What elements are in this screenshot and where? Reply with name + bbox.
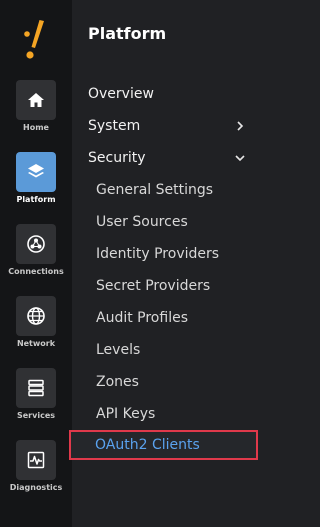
- logo-icon: [24, 20, 44, 59]
- rail-item-services[interactable]: Services: [0, 368, 72, 434]
- security-item-zones[interactable]: Zones: [96, 366, 254, 398]
- security-item-secret-providers[interactable]: Secret Providers: [96, 270, 254, 302]
- security-item-label: Secret Providers: [96, 278, 211, 294]
- navigation-panel: Platform Overview System Security Genera…: [69, 0, 263, 527]
- network-tile: [16, 296, 56, 336]
- rail-item-network[interactable]: Network: [0, 296, 72, 362]
- pulse-icon: [27, 451, 45, 469]
- security-item-label: Audit Profiles: [96, 310, 188, 326]
- security-item-label: Identity Providers: [96, 246, 220, 262]
- connections-icon: [27, 235, 45, 253]
- chevron-down-icon: [235, 155, 245, 162]
- nav-item-system[interactable]: System: [88, 110, 253, 142]
- rail-item-diagnostics[interactable]: Diagnostics: [0, 440, 72, 506]
- nav-item-label: Overview: [88, 86, 154, 102]
- home-icon: [28, 93, 44, 107]
- rail-label-connections: Connections: [8, 267, 64, 276]
- nav-item-overview[interactable]: Overview: [88, 78, 253, 110]
- security-item-identity-providers[interactable]: Identity Providers: [96, 238, 254, 270]
- rail-label-services: Services: [16, 411, 56, 420]
- security-item-audit-profiles[interactable]: Audit Profiles: [96, 302, 254, 334]
- security-item-levels[interactable]: Levels: [96, 334, 254, 366]
- layers-icon: [28, 164, 44, 178]
- panel-title: Platform: [88, 24, 167, 43]
- chevron-right-icon: [237, 121, 244, 131]
- security-item-label: Zones: [96, 374, 139, 390]
- icon-rail: Home Platform Connections Network Servic…: [0, 0, 72, 527]
- rail-label-diagnostics: Diagnostics: [9, 483, 63, 492]
- security-item-api-keys[interactable]: API Keys: [96, 398, 254, 430]
- rail-label-network: Network: [16, 339, 56, 348]
- nav-item-label: System: [88, 118, 141, 134]
- security-item-general-settings[interactable]: General Settings: [96, 174, 254, 206]
- rail-item-platform[interactable]: Platform: [0, 152, 72, 218]
- services-tile: [16, 368, 56, 408]
- nav-item-label: Security: [88, 150, 146, 166]
- rail-label-home: Home: [23, 123, 49, 132]
- security-item-label: User Sources: [96, 214, 188, 230]
- nav-item-security[interactable]: Security: [88, 142, 253, 174]
- server-icon: [28, 379, 44, 397]
- security-item-oauth2-clients[interactable]: OAuth2 Clients: [69, 430, 258, 460]
- platform-tile: [16, 152, 56, 192]
- diagnostics-tile: [16, 440, 56, 480]
- security-item-label: General Settings: [96, 182, 214, 198]
- security-item-label: OAuth2 Clients: [95, 437, 200, 453]
- security-item-user-sources[interactable]: User Sources: [96, 206, 254, 238]
- rail-item-connections[interactable]: Connections: [0, 224, 72, 290]
- connections-tile: [16, 224, 56, 264]
- rail-item-home[interactable]: Home: [0, 80, 72, 146]
- home-tile: [16, 80, 56, 120]
- security-item-label: Levels: [96, 342, 141, 358]
- security-item-label: API Keys: [96, 406, 156, 422]
- globe-icon: [27, 307, 45, 325]
- rail-label-platform: Platform: [16, 195, 56, 204]
